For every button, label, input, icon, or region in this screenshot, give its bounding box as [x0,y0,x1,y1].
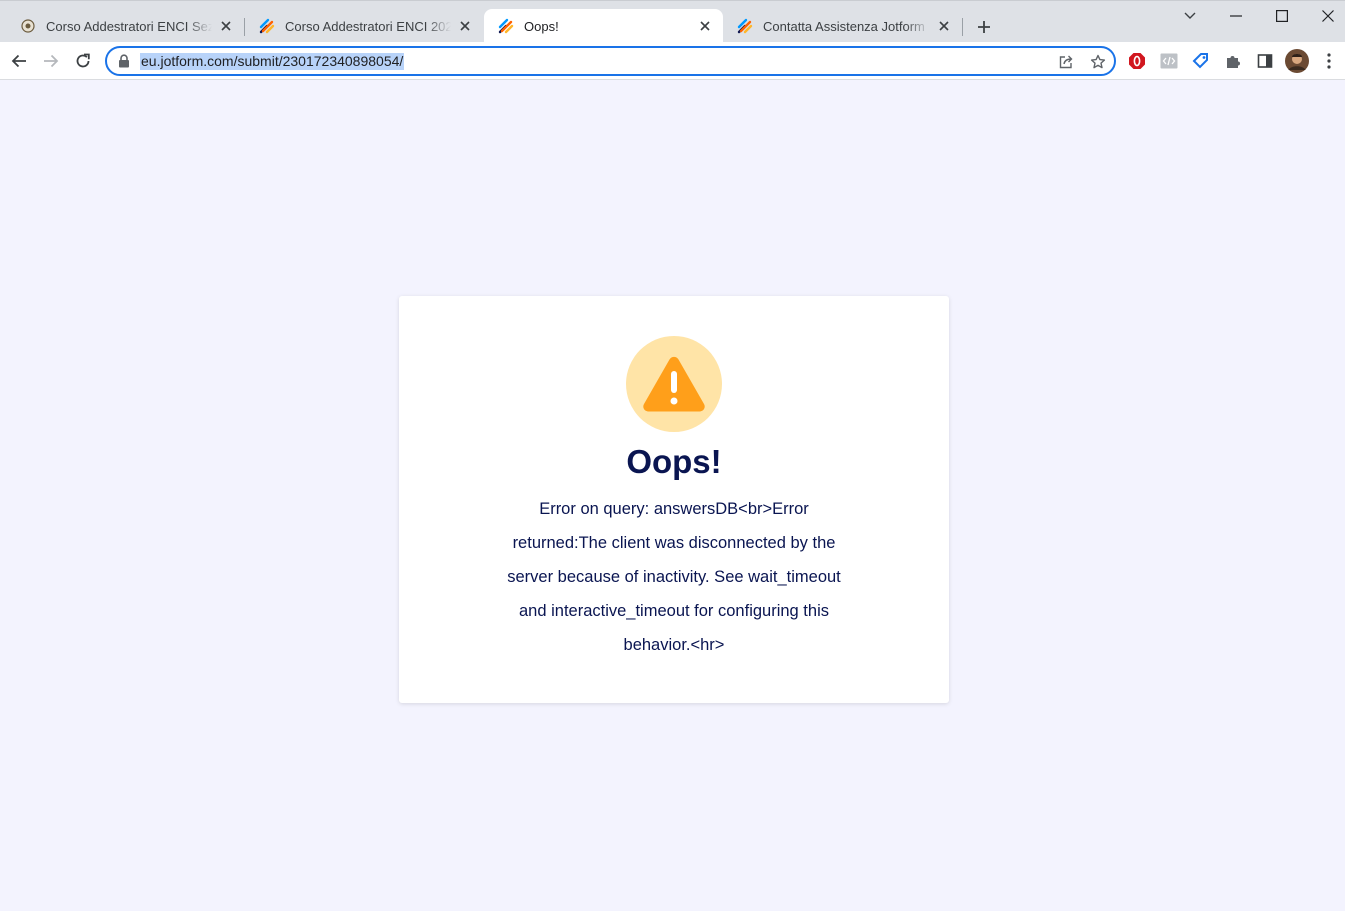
back-button[interactable] [7,49,31,73]
arrow-left-icon [11,54,26,68]
enci-logo-icon [20,18,36,34]
plus-icon [978,21,990,33]
close-tab-icon[interactable] [457,18,473,34]
error-heading: Oops! [626,443,722,480]
address-bar[interactable]: eu.jotform.com/submit/230172340898054/ [105,46,1116,76]
minimize-button[interactable] [1223,5,1249,27]
tab-strip: Corso Addestratori ENCI Sez.1 2023 Corso… [0,0,1345,43]
tab-separator [962,18,963,36]
reload-button[interactable] [71,49,95,73]
tab-oops[interactable]: Oops! [484,9,723,43]
close-tab-icon[interactable] [697,18,713,34]
extensions-puzzle-icon[interactable] [1223,51,1243,71]
jotform-icon [737,18,753,34]
lock-icon[interactable] [118,54,132,70]
tab-title: Contatta Assistenza Jotform [763,18,925,34]
close-window-button[interactable] [1315,5,1341,27]
tab-corso-addestratori-2023[interactable]: Corso Addestratori ENCI 2023 2024 [245,9,483,43]
close-icon [1322,10,1334,22]
close-tab-icon[interactable] [936,18,952,34]
close-tab-icon[interactable] [218,18,234,34]
maximize-icon [1276,10,1288,22]
warning-triangle-icon [643,356,705,412]
arrow-right-icon [44,54,59,68]
minimize-icon [1230,15,1242,17]
tag-extension-icon[interactable] [1191,51,1211,71]
tab-corso-addestratori-sez1[interactable]: Corso Addestratori ENCI Sez.1 2023 [6,9,244,43]
code-extension-icon[interactable] [1159,51,1179,71]
jotform-icon [259,18,275,34]
tab-contatta-assistenza[interactable]: Contatta Assistenza Jotform [723,9,962,43]
tab-search-button[interactable] [1177,5,1203,27]
profile-avatar[interactable] [1285,49,1309,73]
maximize-button[interactable] [1269,5,1295,27]
chevron-down-icon [1184,12,1196,19]
error-message: Error on query: answersDB<br>Error retur… [507,500,841,654]
tab-title: Corso Addestratori ENCI Sez.1 2023 [46,18,212,34]
browser-toolbar: eu.jotform.com/submit/230172340898054/ [0,42,1345,80]
side-panel-icon[interactable] [1255,51,1275,71]
browser-menu-kebab-icon[interactable] [1319,51,1339,71]
reload-icon [76,53,90,68]
share-icon[interactable] [1057,53,1075,71]
warning-badge [626,336,722,432]
new-tab-button[interactable] [972,15,996,39]
bookmark-star-icon[interactable] [1089,53,1107,71]
tab-title: Corso Addestratori ENCI 2023 2024 [285,18,451,34]
opera-adblock-extension-icon[interactable] [1127,51,1147,71]
jotform-icon [498,18,514,34]
url-text[interactable]: eu.jotform.com/submit/230172340898054/ [140,53,405,70]
error-card: Oops! Error on query: answersDB<br>Error… [399,296,949,703]
tab-title: Oops! [524,18,559,34]
forward-button[interactable] [39,49,63,73]
